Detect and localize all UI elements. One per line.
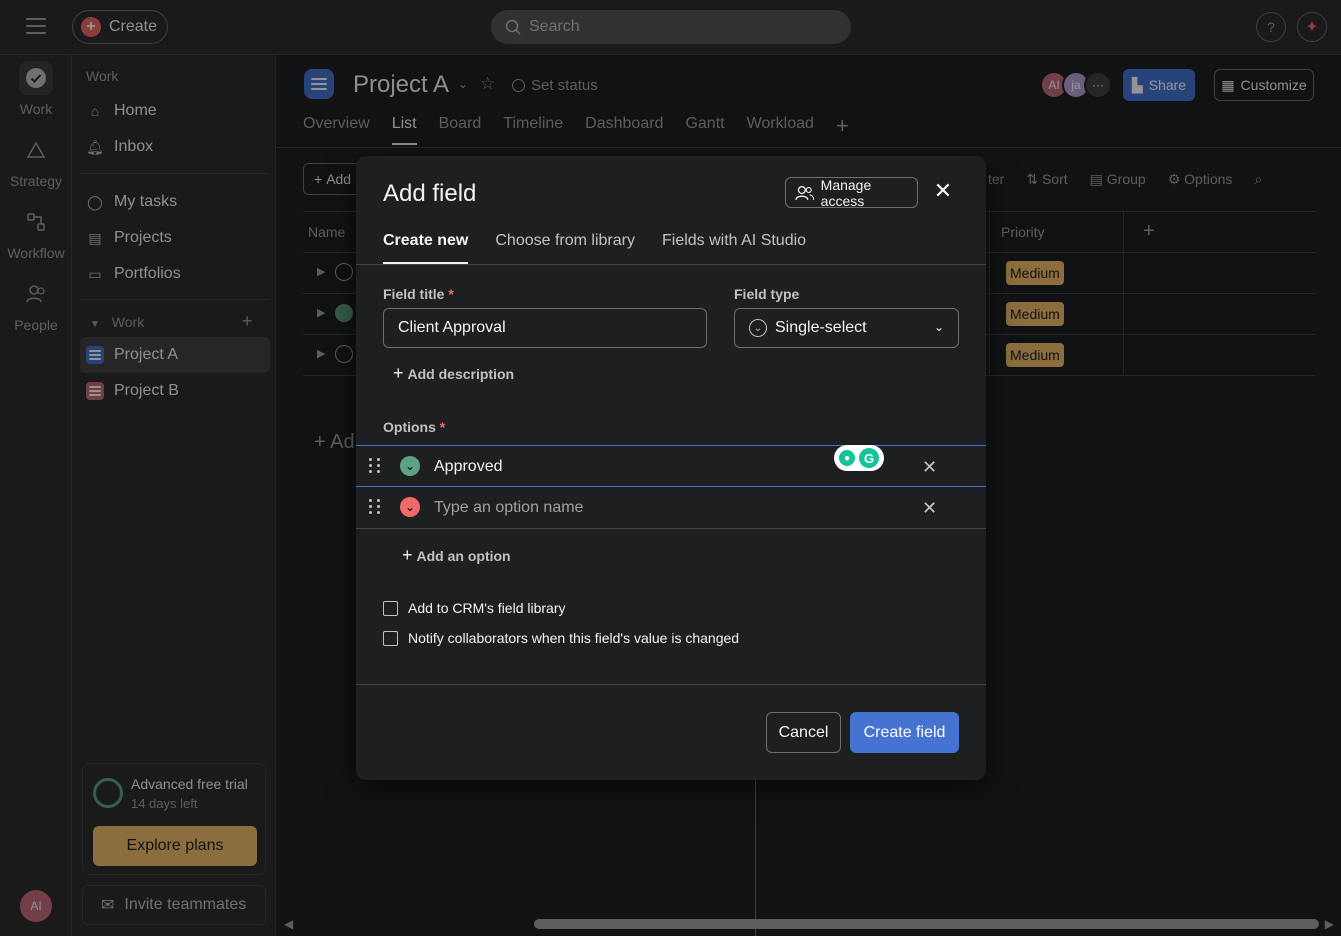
crm-library-checkbox[interactable] — [383, 600, 398, 616]
notify-checkbox-row[interactable]: Notify collaborators when this field's v… — [383, 630, 739, 646]
add-description-button[interactable]: + Add description — [393, 363, 514, 384]
add-description-label: Add description — [407, 365, 515, 382]
dialog-tabs: Create new Choose from library Fields wi… — [383, 232, 806, 264]
lightbulb-icon: ● — [839, 450, 855, 466]
notify-checkbox[interactable] — [383, 630, 398, 646]
field-title-value: Client Approval — [398, 319, 506, 336]
field-title-input[interactable]: Client Approval — [383, 308, 707, 348]
create-field-button[interactable]: Create field — [850, 712, 959, 753]
option-name-input[interactable]: Approved — [434, 458, 503, 476]
chevron-down-icon: ⌄ — [933, 320, 944, 334]
grammarly-widget[interactable]: ● G — [834, 445, 884, 471]
plus-icon: + — [393, 363, 404, 383]
option-row[interactable]: ⌄ Type an option name ✕ — [356, 487, 986, 529]
notify-label: Notify collaborators when this field's v… — [408, 630, 740, 646]
tabs-divider — [356, 264, 986, 265]
field-type-select[interactable]: ⌄ Single-select ⌄ — [734, 308, 959, 348]
plus-icon: + — [402, 545, 413, 565]
add-field-dialog: Add field Manage access ✕ Create new Cho… — [356, 156, 986, 780]
remove-option-icon[interactable]: ✕ — [922, 498, 937, 519]
field-type-label: Field type — [734, 286, 800, 302]
field-title-label: Field title * — [383, 286, 454, 302]
option-color-chevron-icon[interactable]: ⌄ — [400, 456, 420, 476]
option-name-input[interactable]: Type an option name — [434, 499, 583, 517]
options-label: Options * — [383, 419, 446, 435]
single-select-icon: ⌄ — [749, 319, 767, 337]
manage-access-button[interactable]: Manage access — [785, 176, 918, 209]
drag-handle-icon[interactable] — [369, 499, 380, 515]
manage-access-label: Manage access — [820, 176, 872, 209]
remove-option-icon[interactable]: ✕ — [922, 457, 937, 478]
option-color-chevron-icon[interactable]: ⌄ — [400, 497, 420, 517]
field-type-value: Single-select — [775, 319, 867, 336]
tab-create-new[interactable]: Create new — [383, 232, 469, 264]
grammarly-icon: G — [859, 448, 879, 468]
close-icon[interactable]: ✕ — [932, 180, 954, 202]
drag-handle-icon[interactable] — [369, 458, 380, 474]
option-row[interactable]: ⌄ Approved ✕ — [356, 445, 986, 487]
add-option-button[interactable]: + Add an option — [402, 545, 511, 566]
people-icon — [795, 185, 815, 200]
crm-library-label: Add to CRM's field library — [408, 600, 566, 616]
tab-choose-from-library[interactable]: Choose from library — [495, 232, 635, 264]
footer-divider — [356, 684, 986, 685]
tab-fields-with-ai-studio[interactable]: Fields with AI Studio — [662, 232, 806, 264]
crm-library-checkbox-row[interactable]: Add to CRM's field library — [383, 600, 566, 616]
cancel-button[interactable]: Cancel — [766, 712, 841, 753]
dialog-title: Add field — [383, 180, 477, 207]
add-option-label: Add an option — [416, 547, 511, 564]
